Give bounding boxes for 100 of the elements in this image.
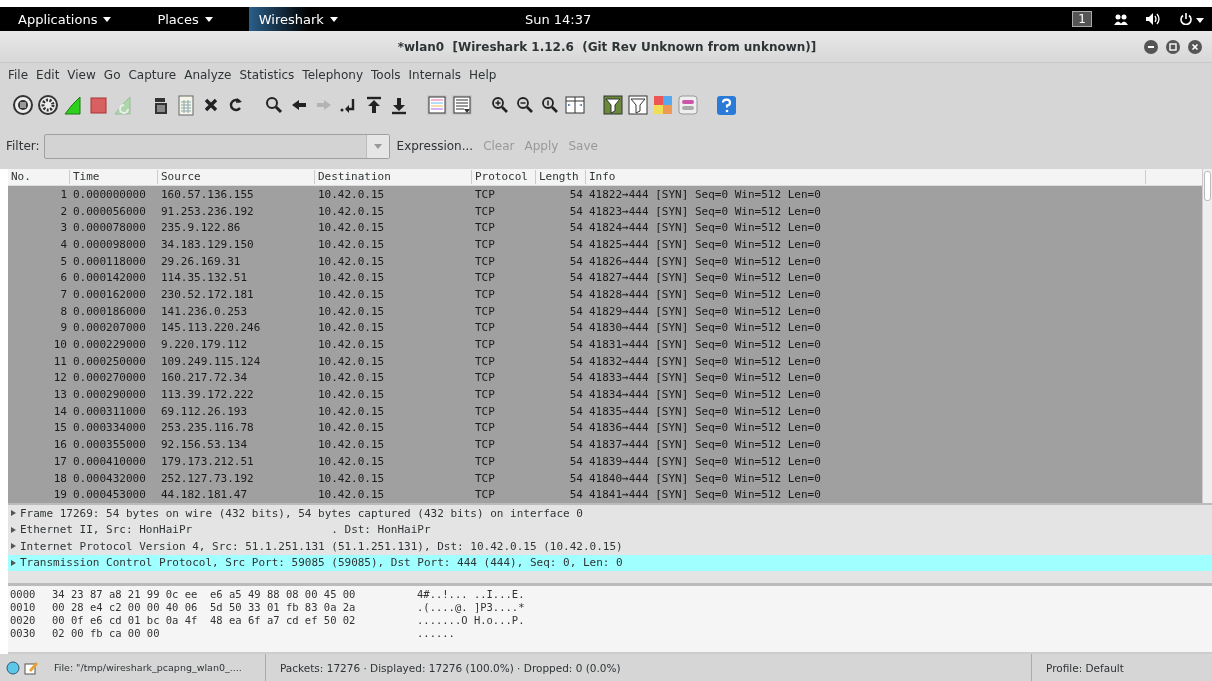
help-icon[interactable]: [715, 94, 737, 116]
table-cell-text: 44.182.181.47: [160, 488, 249, 502]
table-cell-text: 19: [52, 488, 68, 502]
people-icon[interactable]: [1114, 13, 1128, 25]
filter-label: Filter:: [6, 139, 40, 153]
toggle-switches-icon[interactable]: [677, 94, 699, 116]
hex-offset: 0010: [9, 601, 37, 614]
collapsed-arrow-icon[interactable]: [11, 510, 16, 517]
packet-row[interactable]: 7 0.000162000 230.52.172.181 10.42.0.15 TCP 54 41828→444 [SYN] Seq=0 Win=512 Len=0: [8, 286, 1202, 303]
minimize-icon[interactable]: [1144, 39, 1158, 54]
menu-item[interactable]: Help: [465, 68, 501, 82]
top-menu[interactable]: Applications: [18, 11, 98, 27]
table-cell-text: TCP: [474, 254, 496, 268]
table-cell-text: 253.235.116.78: [160, 421, 255, 435]
packet-row[interactable]: 13 0.000290000 113.39.172.222 10.42.0.15 TCP 54 41834→444 [SYN] Seq=0 Win=512 Len=0: [8, 386, 1202, 403]
power-icon[interactable]: [1180, 13, 1204, 25]
table-cell-text: 10.42.0.15: [317, 271, 386, 285]
stop-icon[interactable]: [87, 94, 109, 116]
table-cell-text: 54: [568, 338, 584, 352]
resize-columns-icon[interactable]: [564, 94, 586, 116]
column-header[interactable]: No.: [8, 170, 70, 184]
profile-label[interactable]: Profile: Default: [1046, 661, 1124, 674]
edit-notes-icon[interactable]: [24, 660, 38, 675]
detail-line[interactable]: Ethernet II, Src: HonHaiPr . Dst: HonHaiPr: [8, 521, 1212, 538]
table-cell-text: 0.000453000: [72, 488, 147, 502]
table-cell-text: 10.42.0.15: [317, 371, 386, 385]
interfaces-icon[interactable]: [12, 94, 34, 116]
packet-row[interactable]: 19 0.000453000 44.182.181.47 10.42.0.15 TCP 54 41841→444 [SYN] Seq=0 Win=512 Len=0: [8, 486, 1202, 504]
packet-row[interactable]: 17 0.000410000 179.173.212.51 10.42.0.15 TCP 54 41839→444 [SYN] Seq=0 Win=512 Len=0: [8, 453, 1202, 470]
caret-icon: [103, 16, 112, 22]
table-cell-text: 7: [59, 287, 68, 301]
filter-field[interactable]: [43, 133, 390, 159]
collapsed-arrow-icon[interactable]: [11, 526, 16, 533]
gear-icon[interactable]: [37, 94, 59, 116]
table-cell-text: 69.112.26.193: [160, 404, 249, 418]
detail-line[interactable]: Internet Protocol Version 4, Src: 51.1.251.131 (51.1.251.131), Dst: 10.42.0.15 (10.42.0.15): [8, 538, 1212, 555]
column-header[interactable]: Source: [158, 170, 315, 184]
column-header[interactable]: Info: [586, 170, 1146, 184]
menu-item[interactable]: Telephony: [298, 68, 367, 82]
menu-item[interactable]: Statistics: [235, 68, 299, 82]
packet-row[interactable]: 10 0.000229000 9.220.179.112 10.42.0.15 TCP 54 41831→444 [SYN] Seq=0 Win=512 Len=0: [8, 336, 1202, 353]
table-cell-text: 0.000290000: [72, 388, 147, 402]
filter-icon[interactable]: [602, 94, 624, 116]
table-cell-text: 54: [568, 221, 584, 235]
packet-row[interactable]: 1 0.000000000 160.57.136.155 10.42.0.15 TCP 54 41822→444 [SYN] Seq=0 Win=512 Len=0: [8, 186, 1202, 203]
column-header[interactable]: Length: [536, 170, 586, 184]
column-header[interactable]: Destination: [315, 170, 472, 184]
menu-item[interactable]: Edit: [32, 68, 64, 82]
status-circle-icon[interactable]: [6, 660, 20, 675]
table-cell-text: 41828→444 [SYN] Seq=0 Win=512 Len=0: [588, 287, 821, 301]
menu-item[interactable]: Capture: [124, 68, 181, 82]
table-cell-text: 54: [568, 237, 584, 251]
table-cell-text: 41823→444 [SYN] Seq=0 Win=512 Len=0: [588, 204, 821, 218]
table-cell-text: 10.42.0.15: [317, 321, 386, 335]
table-cell-text: 54: [568, 471, 584, 485]
hex-offset: 0020: [9, 614, 37, 626]
detail-line[interactable]: Frame 17269: 54 bytes on wire (432 bits), 54 bytes captured (432 bits) on interface 0: [8, 505, 1212, 522]
column-header[interactable]: Time: [70, 170, 158, 184]
top-menu[interactable]: Places: [157, 11, 199, 27]
table-cell-text: 41836→444 [SYN] Seq=0 Win=512 Len=0: [588, 421, 821, 435]
table-cell-text: 16: [52, 438, 68, 452]
window-title: *wlan0 [Wireshark 1.12.6 (Git Rev Unknown from unknown)]: [396, 39, 818, 54]
menu-item[interactable]: View: [63, 68, 100, 82]
close-icon[interactable]: [1188, 39, 1202, 54]
search-icon[interactable]: [263, 94, 285, 116]
volume-icon[interactable]: [1146, 13, 1162, 25]
packet-row[interactable]: 4 0.000098000 34.183.129.150 10.42.0.15 TCP 54 41825→444 [SYN] Seq=0 Win=512 Len=0: [8, 236, 1202, 253]
table-cell-text: 9.220.179.112: [160, 338, 249, 352]
packet-row[interactable]: 3 0.000078000 235.9.122.86 10.42.0.15 TCP 54 41824→444 [SYN] Seq=0 Win=512 Len=0: [8, 219, 1202, 237]
collapsed-arrow-icon[interactable]: [11, 559, 16, 566]
table-cell-text: 41826→444 [SYN] Seq=0 Win=512 Len=0: [588, 254, 821, 268]
table-cell-text: 0.000078000: [72, 221, 147, 235]
table-cell-text: TCP: [474, 287, 496, 301]
color-list-icon[interactable]: [426, 94, 448, 116]
menu-item[interactable]: Internals: [404, 68, 466, 82]
menu-item[interactable]: File: [4, 68, 33, 82]
menu-item[interactable]: Go: [99, 68, 125, 82]
table-cell-text: 252.127.73.192: [160, 471, 255, 485]
table-cell-text: 54: [568, 204, 584, 218]
packet-row[interactable]: 6 0.000142000 114.35.132.51 10.42.0.15 TCP 54 41827→444 [SYN] Seq=0 Win=512 Len=0: [8, 269, 1202, 287]
packet-row[interactable]: 16 0.000355000 92.156.53.134 10.42.0.15 TCP 54 41837→444 [SYN] Seq=0 Win=512 Len=0: [8, 436, 1202, 453]
workspace-indicator[interactable]: 1: [1072, 11, 1092, 27]
maximize-icon[interactable]: [1166, 39, 1180, 54]
menu-item[interactable]: Tools: [367, 68, 405, 82]
column-header[interactable]: Protocol: [472, 170, 536, 184]
list-scroll-icon[interactable]: [451, 94, 473, 116]
hex-bytes: 00 28 e4 c2 00 00 40 06 5d 50 33 01 fb 83 0a 2a: [52, 601, 357, 614]
table-cell-text: 8: [59, 304, 68, 318]
table-cell-text: 230.52.172.181: [160, 287, 255, 301]
table-cell-text: 18: [52, 471, 68, 485]
table-cell-text: 13: [52, 388, 68, 402]
filter-icon[interactable]: [627, 94, 649, 116]
table-cell-text: 41839→444 [SYN] Seq=0 Win=512 Len=0: [588, 454, 821, 468]
filter-button[interactable]: Expression...: [393, 139, 477, 153]
collapsed-arrow-icon[interactable]: [11, 543, 16, 550]
table-cell-text: 10.42.0.15: [317, 471, 386, 485]
color-rules-icon[interactable]: [652, 94, 674, 116]
table-cell-text: 15: [52, 421, 68, 435]
menu-item[interactable]: Analyze: [180, 68, 236, 82]
hex-offset: 0000: [9, 588, 37, 601]
